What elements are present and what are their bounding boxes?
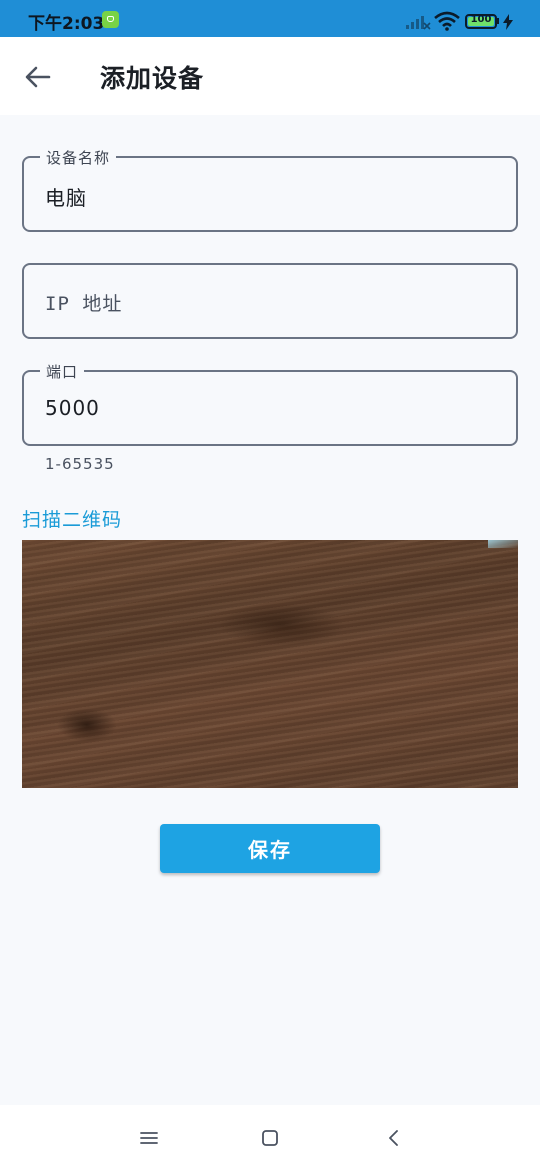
back-icon — [389, 1130, 398, 1146]
port-value: 5000 — [45, 396, 100, 420]
app-bar: 添加设备 — [0, 37, 540, 115]
ip-address-field[interactable]: IP 地址 — [22, 263, 518, 339]
arrow-left-icon — [25, 66, 51, 88]
device-name-field[interactable]: 设备名称 电脑 — [22, 147, 518, 232]
battery-icon: 100 — [465, 14, 497, 29]
page-title: 添加设备 — [100, 64, 205, 93]
back-button[interactable] — [18, 57, 58, 97]
camera-preview[interactable] — [22, 540, 518, 788]
home-icon — [262, 1130, 278, 1146]
charging-bolt-icon — [503, 14, 513, 30]
port-field[interactable]: 端口 5000 — [22, 361, 518, 446]
port-label: 端口 — [40, 361, 85, 382]
save-button[interactable]: 保存 — [160, 824, 380, 873]
battery-nub — [497, 18, 499, 24]
preview-corner — [488, 540, 518, 548]
device-name-label: 设备名称 — [40, 147, 117, 168]
wifi-icon — [434, 11, 460, 31]
device-name-value: 电脑 — [45, 186, 87, 210]
status-bar: 下午2:03 100 — [0, 0, 540, 37]
port-helper-text: 1-65535 — [45, 455, 115, 473]
battery-level: 100 — [470, 14, 492, 25]
nav-menu-button[interactable] — [134, 1123, 164, 1153]
scan-qr-link[interactable]: 扫描二维码 — [22, 505, 122, 532]
nav-back-button[interactable] — [379, 1123, 409, 1153]
navigation-bar — [0, 1105, 540, 1170]
status-time: 下午2:03 — [28, 14, 105, 34]
signal-icon — [406, 16, 431, 30]
menu-icon — [140, 1132, 158, 1144]
nav-home-button[interactable] — [255, 1123, 285, 1153]
ip-address-placeholder: IP 地址 — [45, 293, 123, 315]
app-notification-icon — [102, 11, 119, 28]
